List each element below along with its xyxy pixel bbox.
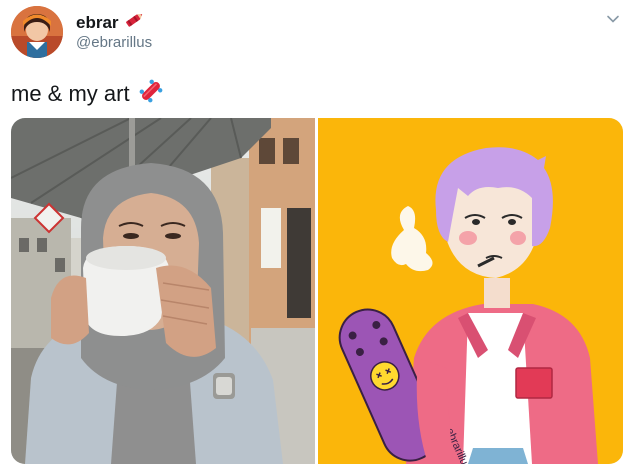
user-handle[interactable]: @ebrarillus xyxy=(76,34,152,51)
tweet-media[interactable]: ebrarillus xyxy=(11,118,623,464)
chevron-down-icon[interactable] xyxy=(606,12,620,31)
photo-woman-with-cup[interactable] xyxy=(11,118,315,464)
display-name[interactable]: ebrar xyxy=(76,13,119,33)
tweet-text: me & my art xyxy=(11,81,130,106)
avatar-illustration xyxy=(11,6,63,58)
crayon-icon xyxy=(123,10,145,35)
tweet-text-row: me & my art xyxy=(11,78,164,110)
skateboard-icon xyxy=(138,78,164,110)
user-name-row[interactable]: ebrar xyxy=(76,10,145,35)
avatar[interactable] xyxy=(11,6,63,58)
illustration-skater[interactable]: ebrarillus xyxy=(318,118,623,464)
tweet-card: ebrar @ebrarillus me & my art ebrarillus xyxy=(0,0,635,470)
